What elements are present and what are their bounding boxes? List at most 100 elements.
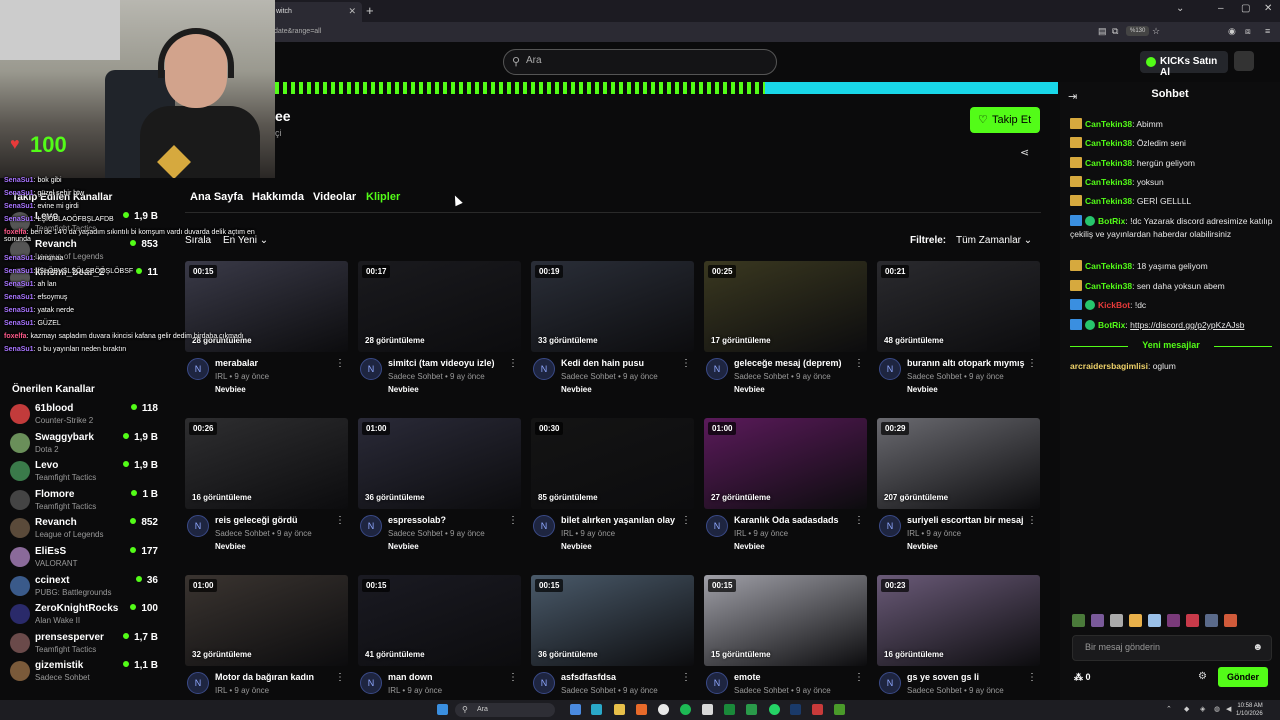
taskbar-search[interactable]: ⚲ Ara: [455, 703, 555, 717]
minimize-icon[interactable]: –: [1218, 3, 1224, 14]
emoji-icon[interactable]: ☻: [1252, 642, 1263, 653]
chat-username[interactable]: CanTekin38: [1085, 281, 1132, 291]
emote-icon[interactable]: [1224, 614, 1237, 627]
creator-avatar[interactable]: N: [187, 515, 209, 537]
clip-category[interactable]: Sadece Sohbet: [561, 372, 616, 381]
app-icon[interactable]: [746, 704, 757, 715]
more-options-icon[interactable]: ⋮: [1027, 515, 1037, 526]
emote-icon[interactable]: [1148, 614, 1161, 627]
sidebar-channel[interactable]: ccinext PUBG: Battlegrounds 36: [8, 572, 158, 600]
clock[interactable]: 10:58 AM 1/10/2026: [1236, 702, 1263, 718]
share-icon[interactable]: ⋖: [1020, 146, 1029, 159]
tab-clips[interactable]: Klipler: [366, 191, 400, 203]
more-options-icon[interactable]: ⋮: [854, 515, 864, 526]
clip-creator[interactable]: Nevbiee: [561, 542, 592, 551]
clip-category[interactable]: Sadece Sohbet: [561, 686, 616, 695]
chat-username[interactable]: CanTekin38: [1085, 158, 1132, 168]
channel-points[interactable]: ⁂ 0: [1074, 672, 1091, 683]
more-options-icon[interactable]: ⋮: [854, 358, 864, 369]
firefox-icon[interactable]: [636, 704, 647, 715]
clip-thumbnail[interactable]: 01:00 32 görüntüleme: [185, 575, 348, 666]
terminal-icon[interactable]: [702, 704, 713, 715]
chat-username[interactable]: CanTekin38: [1085, 119, 1132, 129]
clip-creator[interactable]: Nevbiee: [561, 385, 592, 394]
filter-dropdown[interactable]: Tüm Zamanlar ⌄: [956, 235, 1032, 246]
creator-avatar[interactable]: N: [533, 358, 555, 380]
creator-avatar[interactable]: N: [879, 515, 901, 537]
maximize-icon[interactable]: ▢: [1241, 3, 1250, 14]
clip-title[interactable]: emote: [734, 672, 852, 682]
more-options-icon[interactable]: ⋮: [335, 672, 345, 683]
clip-category[interactable]: Sadece Sohbet: [734, 372, 789, 381]
extensions-icon[interactable]: ◉: [1228, 26, 1236, 37]
clip-creator[interactable]: Nevbiee: [734, 542, 765, 551]
chat-username[interactable]: BotRix: [1098, 320, 1125, 330]
tray-up-icon[interactable]: ⌃: [1166, 705, 1172, 713]
clip-thumbnail[interactable]: 01:00 36 görüntüleme: [358, 418, 521, 509]
excel-icon[interactable]: [724, 704, 735, 715]
clip-title[interactable]: asfsdfasfdsa: [561, 672, 679, 682]
sidebar-channel[interactable]: Flomore Teamfight Tactics 1 B: [8, 486, 158, 514]
emote-icon[interactable]: [1110, 614, 1123, 627]
creator-avatar[interactable]: N: [360, 358, 382, 380]
clip-thumbnail[interactable]: 00:21 48 görüntüleme: [877, 261, 1040, 352]
user-avatar[interactable]: [1234, 51, 1254, 71]
sidebar-channel[interactable]: Revanch League of Legends 852: [8, 514, 158, 542]
clip-category[interactable]: IRL: [561, 529, 573, 538]
clip-card[interactable]: 00:15 41 görüntüleme Nman down IRL • 9 ay ö…: [358, 575, 521, 715]
clip-thumbnail[interactable]: 00:15 36 görüntüleme: [531, 575, 694, 666]
clip-title[interactable]: Kedi den hain pusu: [561, 358, 679, 368]
clip-title[interactable]: geleceğe mesaj (deprem): [734, 358, 852, 368]
creator-avatar[interactable]: N: [879, 358, 901, 380]
tab-list-icon[interactable]: ⌄: [1176, 3, 1184, 14]
clip-category[interactable]: Sadece Sohbet: [734, 686, 789, 695]
sidebar-channel[interactable]: gizemistik Sadece Sohbet 1,1 B: [8, 657, 158, 685]
clip-card[interactable]: 00:21 48 görüntüleme Nburanın altı otopark…: [877, 261, 1040, 401]
sidebar-channel[interactable]: ZeroKnightRocks Alan Wake II 100: [8, 600, 158, 628]
clip-category[interactable]: Sadece Sohbet: [215, 529, 270, 538]
clip-card[interactable]: 00:30 85 görüntüleme Nbilet alırken yaşanı…: [531, 418, 694, 558]
clip-creator[interactable]: Nevbiee: [215, 542, 246, 551]
more-options-icon[interactable]: ⋮: [681, 672, 691, 683]
reader-view-icon[interactable]: ▤: [1098, 26, 1107, 37]
chat-input-box[interactable]: ☻: [1072, 635, 1272, 661]
clip-title[interactable]: man down: [388, 672, 506, 682]
sidebar-channel[interactable]: prensesperver Teamfight Tactics 1,7 B: [8, 629, 158, 657]
clip-card[interactable]: 00:26 16 görüntüleme Nreis geleceği gördü S…: [185, 418, 348, 558]
clip-thumbnail[interactable]: 00:26 16 görüntüleme: [185, 418, 348, 509]
chat-username[interactable]: CanTekin38: [1085, 138, 1132, 148]
taskview-icon[interactable]: [570, 704, 581, 715]
more-options-icon[interactable]: ⋮: [508, 672, 518, 683]
tab-close-icon[interactable]: ✕: [348, 6, 356, 17]
clip-thumbnail[interactable]: 00:15 41 görüntüleme: [358, 575, 521, 666]
clip-title[interactable]: simitci (tam videoyu izle): [388, 358, 506, 368]
clip-thumbnail[interactable]: 00:25 17 görüntüleme: [704, 261, 867, 352]
clip-card[interactable]: 01:00 32 görüntüleme N Motor da bağıran kad…: [185, 575, 348, 715]
emote-icon[interactable]: [1167, 614, 1180, 627]
app-icon[interactable]: [812, 704, 823, 715]
bookmark-star-icon[interactable]: ☆: [1152, 26, 1160, 37]
volume-icon[interactable]: ◀: [1226, 705, 1231, 713]
clip-category[interactable]: Sadece Sohbet: [907, 372, 962, 381]
clip-category[interactable]: IRL: [388, 686, 400, 695]
edge-icon[interactable]: [591, 704, 602, 715]
clip-creator[interactable]: Nevbiee: [734, 385, 765, 394]
emote-icon[interactable]: [1072, 614, 1085, 627]
creator-avatar[interactable]: N: [187, 672, 209, 694]
steam-icon[interactable]: [790, 704, 801, 715]
more-options-icon[interactable]: ⋮: [681, 515, 691, 526]
creator-avatar[interactable]: N: [533, 515, 555, 537]
creator-avatar[interactable]: N: [706, 358, 728, 380]
network-icon[interactable]: ◍: [1214, 705, 1220, 713]
emote-icon[interactable]: [1186, 614, 1199, 627]
clip-thumbnail[interactable]: 00:15 15 görüntüleme: [704, 575, 867, 666]
chat-username[interactable]: BotRix: [1098, 216, 1125, 226]
clip-title[interactable]: espressolab?: [388, 515, 506, 525]
chat-username[interactable]: CanTekin38: [1085, 177, 1132, 187]
kick-icon[interactable]: [834, 704, 845, 715]
clip-thumbnail[interactable]: 00:23 16 görüntüleme: [877, 575, 1040, 666]
zoom-level[interactable]: %130: [1126, 26, 1150, 36]
more-options-icon[interactable]: ⋮: [508, 358, 518, 369]
clip-card[interactable]: 01:00 27 görüntüleme N Karanlık Oda sadasda…: [704, 418, 867, 558]
more-options-icon[interactable]: ⋮: [1027, 672, 1037, 683]
